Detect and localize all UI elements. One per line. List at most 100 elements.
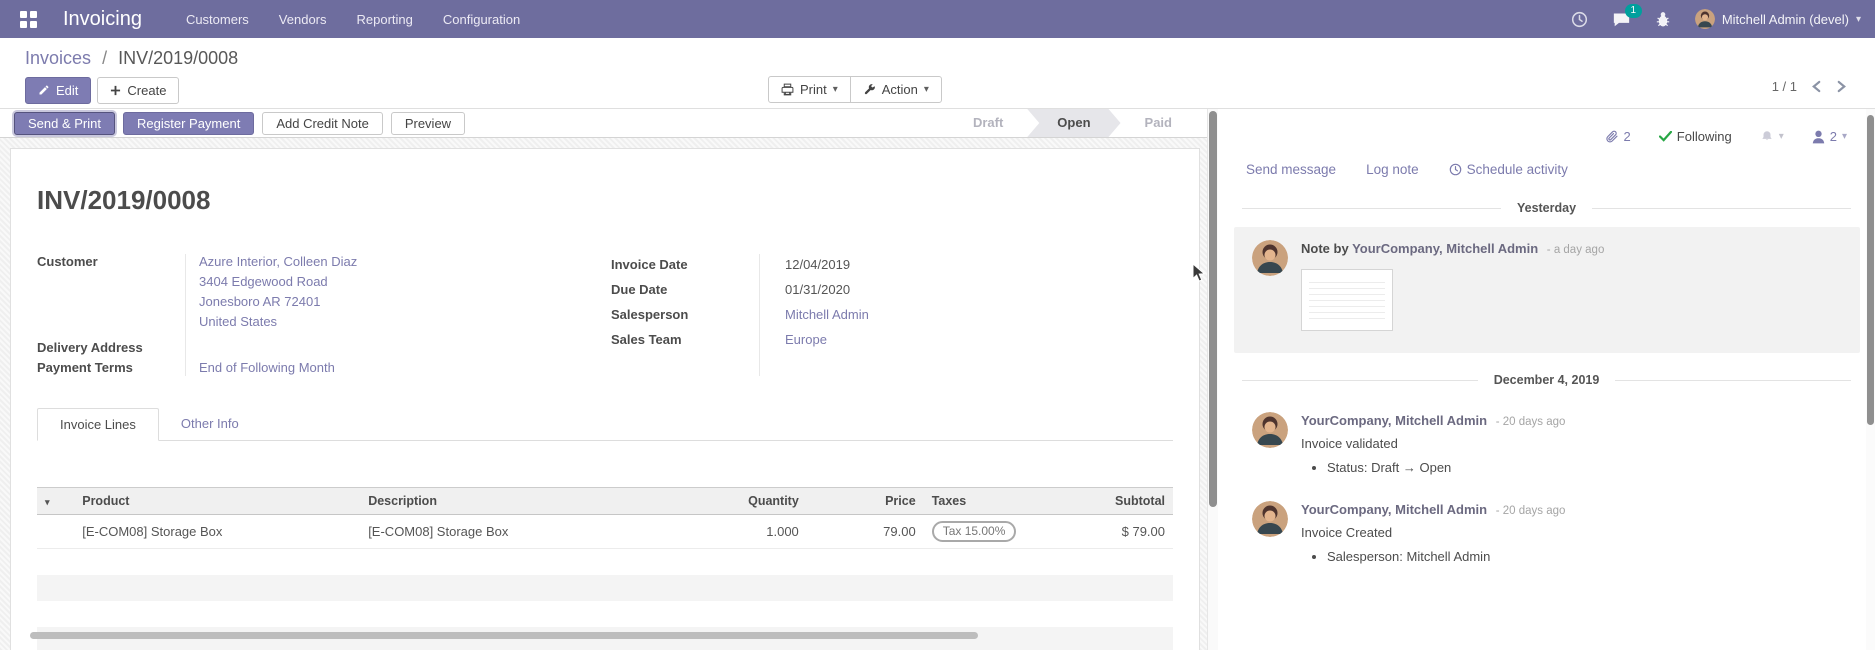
date-separator-december: December 4, 2019 — [1242, 373, 1851, 387]
message-avatar — [1252, 501, 1288, 537]
payment-terms-value[interactable]: End of Following Month — [199, 360, 335, 375]
nav-menu-configuration[interactable]: Configuration — [443, 12, 520, 27]
activity-clock-icon — [1449, 163, 1462, 176]
message-body: Invoice validated — [1301, 436, 1842, 451]
user-menu[interactable]: Mitchell Admin (devel) ▾ — [1695, 9, 1861, 29]
pencil-icon — [38, 84, 50, 96]
breadcrumb: Invoices / INV/2019/0008 — [25, 48, 1875, 69]
messages-icon[interactable]: 1 — [1612, 11, 1631, 28]
follower-person-icon — [1812, 130, 1825, 144]
cell-taxes[interactable]: Tax 15.00% — [924, 515, 1107, 549]
sales-team-value[interactable]: Europe — [785, 332, 827, 347]
user-avatar — [1695, 9, 1715, 29]
add-credit-note-button[interactable]: Add Credit Note — [262, 112, 383, 135]
pager-previous-icon[interactable] — [1811, 80, 1822, 93]
pager-next-icon[interactable] — [1836, 80, 1847, 93]
form-vertical-scrollbar[interactable] — [1207, 109, 1218, 650]
stage-paid[interactable]: Paid — [1121, 109, 1196, 137]
bell-icon — [1760, 129, 1774, 144]
column-header-subtotal[interactable]: Subtotal — [1107, 488, 1173, 515]
chatter-vertical-scrollbar[interactable] — [1866, 109, 1875, 650]
edit-button[interactable]: Edit — [25, 77, 91, 104]
payment-terms-label: Payment Terms — [37, 358, 185, 378]
send-print-button[interactable]: Send & Print — [14, 112, 115, 135]
separator-label: Yesterday — [1517, 201, 1576, 215]
chatter-panel: 2 Following ▾ 2 ▾ Send message Lo — [1218, 109, 1875, 650]
column-header-quantity[interactable]: Quantity — [655, 488, 807, 515]
tab-other-info[interactable]: Other Info — [159, 408, 261, 440]
message-timestamp: - 20 days ago — [1496, 505, 1566, 517]
message-author[interactable]: YourCompany, Mitchell Admin — [1352, 241, 1538, 256]
invoice-sheet: INV/2019/0008 Customer Azure Interior, C… — [10, 148, 1200, 650]
salesperson-value[interactable]: Mitchell Admin — [785, 307, 869, 322]
message-author[interactable]: YourCompany, Mitchell Admin — [1301, 413, 1487, 428]
delivery-address-value — [185, 338, 599, 358]
following-button[interactable]: Following — [1659, 129, 1732, 144]
check-icon — [1659, 131, 1672, 142]
scrollbar-thumb[interactable] — [1209, 111, 1217, 507]
column-header-description[interactable]: Description — [360, 488, 654, 515]
attachments-button[interactable]: 2 — [1605, 129, 1631, 144]
debug-bug-icon[interactable] — [1655, 11, 1671, 28]
chatter-message-created: YourCompany, Mitchell Admin - 20 days ag… — [1234, 493, 1860, 582]
note-prefix: Note by — [1301, 241, 1352, 256]
separator-label: December 4, 2019 — [1494, 373, 1600, 387]
schedule-activity-button[interactable]: Schedule activity — [1449, 162, 1568, 177]
nav-menu-reporting[interactable]: Reporting — [357, 12, 413, 27]
customer-city[interactable]: Jonesboro AR 72401 — [199, 292, 599, 312]
empty-row — [37, 575, 1173, 601]
user-name: Mitchell Admin (devel) — [1722, 12, 1849, 27]
invoice-lines-table: ▾ Product Description Quantity Price Tax… — [37, 487, 1173, 650]
empty-row — [37, 601, 1173, 627]
tracking-value: Salesperson: Mitchell Admin — [1327, 547, 1842, 566]
column-header-taxes[interactable]: Taxes — [924, 488, 1107, 515]
control-panel: Invoices / INV/2019/0008 Edit Create Pri… — [0, 38, 1875, 109]
field-group-right: Invoice Date 12/04/2019 Due Date 01/31/2… — [599, 252, 1173, 378]
column-header-product[interactable]: Product — [74, 488, 360, 515]
customer-link[interactable]: Azure Interior, Colleen Diaz — [199, 252, 599, 272]
cell-subtotal: $ 79.00 — [1107, 515, 1173, 549]
attachment-thumbnail[interactable] — [1301, 269, 1393, 331]
breadcrumb-invoices-link[interactable]: Invoices — [25, 48, 91, 68]
cell-description[interactable]: [E-COM08] Storage Box — [360, 515, 654, 549]
tax-badge: Tax 15.00% — [932, 521, 1017, 542]
cell-quantity[interactable]: 1.000 — [655, 515, 807, 549]
nav-menu-customers[interactable]: Customers — [186, 12, 249, 27]
column-header-price[interactable]: Price — [807, 488, 924, 515]
register-payment-button[interactable]: Register Payment — [123, 112, 254, 135]
follower-count: 2 — [1830, 129, 1837, 144]
apps-menu-icon[interactable] — [20, 11, 37, 28]
send-message-button[interactable]: Send message — [1246, 162, 1336, 177]
cell-price[interactable]: 79.00 — [807, 515, 924, 549]
activities-clock-icon[interactable] — [1571, 11, 1588, 28]
paperclip-icon — [1605, 129, 1619, 144]
invoice-line-row[interactable]: [E-COM08] Storage Box [E-COM08] Storage … — [37, 515, 1173, 549]
print-dropdown-button[interactable]: Print ▾ — [768, 76, 851, 103]
stage-open[interactable]: Open — [1027, 109, 1120, 137]
customer-street[interactable]: 3404 Edgewood Road — [199, 272, 599, 292]
following-label: Following — [1677, 129, 1732, 144]
customer-country[interactable]: United States — [199, 312, 599, 332]
action-dropdown-button[interactable]: Action ▾ — [850, 76, 942, 103]
horizontal-scrollbar-thumb[interactable] — [30, 632, 978, 639]
message-timestamp: - 20 days ago — [1496, 416, 1566, 428]
status-pipeline: Draft Open Paid — [949, 109, 1196, 137]
followers-button[interactable]: 2 ▾ — [1812, 129, 1847, 144]
preview-button[interactable]: Preview — [391, 112, 465, 135]
stage-draft[interactable]: Draft — [949, 109, 1027, 137]
cell-product[interactable]: [E-COM08] Storage Box — [74, 515, 360, 549]
chevron-down-icon: ▾ — [1842, 131, 1847, 142]
chatter-topbar: 2 Following ▾ 2 ▾ — [1218, 109, 1875, 150]
subscription-bell-button[interactable]: ▾ — [1760, 129, 1784, 144]
nav-menu-vendors[interactable]: Vendors — [279, 12, 327, 27]
chatter-actions: Send message Log note Schedule activity — [1218, 150, 1875, 181]
log-note-button[interactable]: Log note — [1366, 162, 1419, 177]
tab-invoice-lines[interactable]: Invoice Lines — [37, 408, 159, 441]
tracking-value: Status: Draft → Open — [1327, 458, 1842, 477]
message-author[interactable]: YourCompany, Mitchell Admin — [1301, 502, 1487, 517]
create-button[interactable]: Create — [97, 77, 179, 104]
sort-toggle[interactable]: ▾ — [37, 488, 74, 515]
app-name[interactable]: Invoicing — [63, 8, 142, 31]
sales-team-label: Sales Team — [611, 327, 771, 352]
scrollbar-thumb[interactable] — [1867, 115, 1874, 425]
